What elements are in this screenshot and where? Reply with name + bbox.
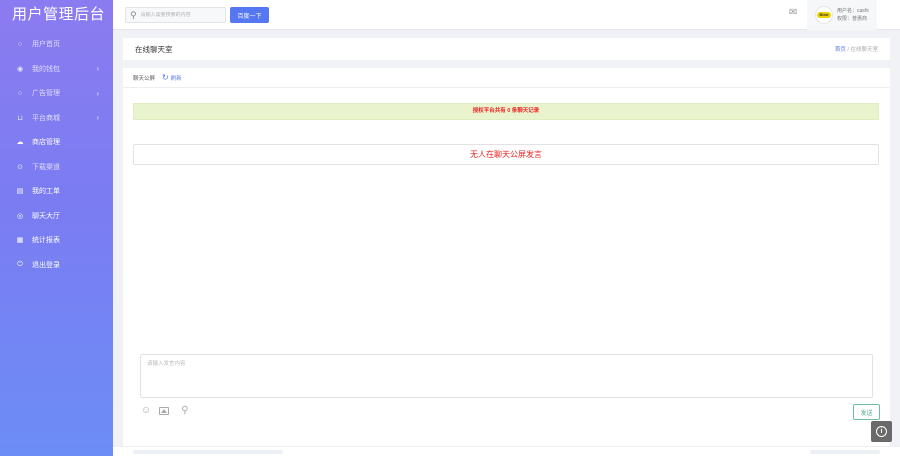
breadcrumb-home-link[interactable]: 首页 xyxy=(835,47,846,53)
refresh-icon: ↻ xyxy=(162,72,169,82)
tab-public-chat[interactable]: 聊天公屏 xyxy=(133,74,155,82)
main-content: 在线聊天室 首页 / 在线聊天室 聊天公屏 ↻ 刷新 授权平台共有 0 条聊天记… xyxy=(113,30,900,456)
sidebar-item-label: 平台商城 xyxy=(32,114,60,122)
stats-icon: ▦ xyxy=(16,237,24,245)
sidebar-item-label: 我的工单 xyxy=(32,188,60,196)
breadcrumb-separator: / xyxy=(847,47,849,53)
empty-chat-message: 无人在聊天公屏发言 xyxy=(133,144,879,165)
search-icon[interactable]: ⚲ xyxy=(181,406,188,416)
refresh-button[interactable]: ↻ 刷新 xyxy=(162,72,182,82)
avatar-logo: Bitst xyxy=(817,12,831,18)
sidebar-item-label: 统计报表 xyxy=(32,237,60,245)
top-header: ⚲ 百度一下 ✉ Bitst 用户名：cashi 权限：普惠商 xyxy=(113,0,900,30)
logout-icon: ⏻ xyxy=(17,260,23,268)
search-icon: ⚲ xyxy=(130,9,137,20)
footer-left-text xyxy=(133,450,283,454)
cart-icon: ⊔ xyxy=(17,114,23,122)
mail-icon[interactable]: ✉ xyxy=(789,8,797,18)
search-button[interactable]: 百度一下 xyxy=(230,7,269,23)
breadcrumb-current: 在线聊天室 xyxy=(850,47,878,53)
user-details: 用户名：cashi 权限：普惠商 xyxy=(837,7,869,23)
record-count-alert: 授权平台共有 0 条聊天记录 xyxy=(133,103,879,120)
page-title: 在线聊天室 xyxy=(135,44,173,54)
group-icon: ◎ xyxy=(16,212,24,220)
wallet-icon: ◉ xyxy=(16,65,24,73)
user-info[interactable]: Bitst 用户名：cashi 权限：普惠商 xyxy=(807,0,877,30)
sidebar-item-tickets[interactable]: ▤ 我的工单 xyxy=(0,179,113,204)
username-text: 用户名：cashi xyxy=(837,8,869,14)
refresh-label: 刷新 xyxy=(170,75,182,82)
chevron-right-icon: › xyxy=(96,64,99,74)
sidebar-item-download[interactable]: ⊙ 下载渠道 xyxy=(0,155,113,180)
sidebar-item-chat[interactable]: ◎ 聊天大厅 xyxy=(0,204,113,229)
sidebar-item-stats[interactable]: ▦ 统计报表 xyxy=(0,228,113,253)
sidebar-item-logout[interactable]: ⏻ 退出登录 xyxy=(0,253,113,278)
ticket-icon: ▤ xyxy=(16,188,24,196)
home-icon: ○ xyxy=(17,40,23,48)
emoji-icon[interactable]: ☺ xyxy=(141,406,151,416)
footer-right-text xyxy=(810,450,880,454)
sidebar-item-label: 广告管理 xyxy=(32,90,60,98)
search-input[interactable] xyxy=(140,12,221,18)
info-icon: i xyxy=(876,426,887,437)
sidebar-item-label: 我的钱包 xyxy=(32,65,60,73)
ad-icon: ○ xyxy=(17,89,23,97)
chevron-right-icon: › xyxy=(96,113,99,123)
message-input[interactable] xyxy=(140,354,873,398)
search-box: ⚲ xyxy=(125,7,226,23)
breadcrumb: 首页 / 在线聊天室 xyxy=(835,45,878,53)
cloud-icon: ☁ xyxy=(16,139,24,147)
sidebar-item-label: 用户首页 xyxy=(32,41,60,49)
panel-header: 聊天公屏 ↻ 刷新 xyxy=(123,68,890,88)
app-title: 用户管理后台 xyxy=(12,6,106,23)
info-button[interactable]: i xyxy=(871,421,892,442)
sidebar-item-label: 商店管理 xyxy=(32,139,60,147)
download-icon: ⊙ xyxy=(17,163,23,171)
sidebar-item-label: 退出登录 xyxy=(32,261,60,269)
page-title-bar: 在线聊天室 首页 / 在线聊天室 xyxy=(123,38,890,60)
avatar[interactable]: Bitst xyxy=(815,6,833,24)
footer xyxy=(113,446,900,456)
sidebar-item-label: 聊天大厅 xyxy=(32,212,60,220)
sidebar-item-label: 下载渠道 xyxy=(32,163,60,171)
chevron-right-icon: › xyxy=(96,88,99,98)
send-button[interactable]: 发送 xyxy=(853,404,880,420)
image-icon[interactable] xyxy=(159,407,170,415)
sidebar-item-mall[interactable]: ⊔ 平台商城 › xyxy=(0,106,113,131)
sidebar-menu: ○ 用户首页 ◉ 我的钱包 › ○ 广告管理 › ⊔ 平台商城 › ☁ 商店管理… xyxy=(0,32,113,277)
permission-text: 权限：普惠商 xyxy=(837,16,868,22)
message-toolbar: ☺ ⚲ xyxy=(141,406,197,416)
chat-panel: 聊天公屏 ↻ 刷新 授权平台共有 0 条聊天记录 无人在聊天公屏发言 ☺ ⚲ 发… xyxy=(123,68,890,456)
sidebar-item-home[interactable]: ○ 用户首页 xyxy=(0,32,113,57)
sidebar-item-ads[interactable]: ○ 广告管理 › xyxy=(0,81,113,106)
sidebar: 用户管理后台 ○ 用户首页 ◉ 我的钱包 › ○ 广告管理 › ⊔ 平台商城 ›… xyxy=(0,0,113,456)
sidebar-item-wallet[interactable]: ◉ 我的钱包 › xyxy=(0,57,113,82)
sidebar-item-store[interactable]: ☁ 商店管理 xyxy=(0,130,113,155)
